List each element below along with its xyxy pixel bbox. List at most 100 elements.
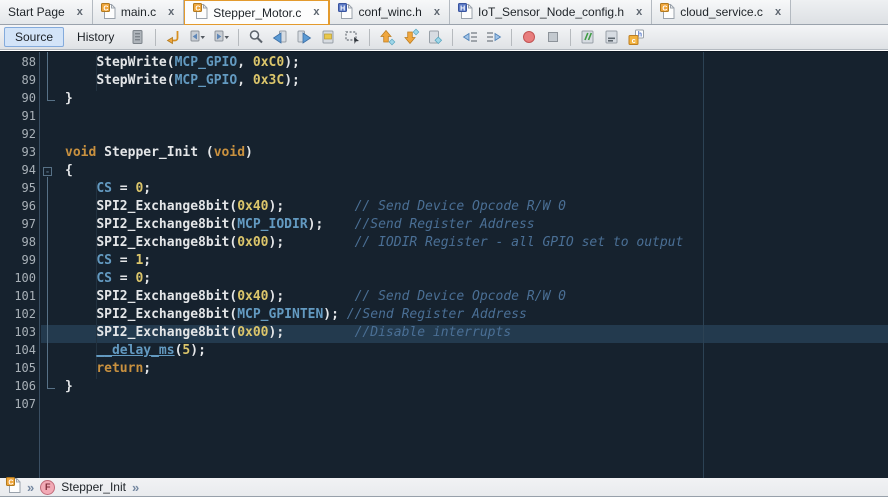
- code-line: [56, 109, 888, 127]
- code-line: StepWrite(MCP_GPIO, 0x3C);: [56, 73, 888, 91]
- record-macro-icon[interactable]: [518, 27, 540, 48]
- line-number: 93: [0, 145, 36, 163]
- tab-label: cloud_service.c: [680, 5, 763, 19]
- h-file-icon: H: [338, 3, 353, 22]
- code-line: CS = 1;: [56, 253, 888, 271]
- breadcrumb: C » F Stepper_Init »: [0, 478, 888, 497]
- breadcrumb-function-name[interactable]: Stepper_Init: [61, 480, 126, 494]
- code-line: SPI2_Exchange8bit(MCP_IODIR); //Send Reg…: [56, 217, 888, 235]
- shift-left-icon[interactable]: [459, 27, 481, 48]
- code-line: }: [56, 91, 888, 109]
- line-number: 92: [0, 127, 36, 145]
- tab-close-icon[interactable]: x: [77, 7, 83, 18]
- toggle-highlight-icon[interactable]: [317, 27, 339, 48]
- forward-nav-icon[interactable]: [210, 27, 232, 48]
- fold-line: [47, 52, 48, 100]
- line-number: 98: [0, 235, 36, 253]
- c-file-icon: C: [6, 477, 21, 498]
- editor-toolbar: Source History hc: [0, 25, 888, 50]
- code-line: CS = 0;: [56, 181, 888, 199]
- tab-start-page[interactable]: Start Pagex: [0, 0, 93, 24]
- line-number: 103: [0, 325, 36, 343]
- svg-text:c: c: [632, 36, 636, 45]
- find-previous-icon[interactable]: [269, 27, 291, 48]
- function-badge-icon: F: [40, 480, 55, 495]
- code-line: SPI2_Exchange8bit(0x40); // Send Device …: [56, 199, 888, 217]
- history-view-button[interactable]: History: [66, 27, 125, 47]
- code-line: SPI2_Exchange8bit(0x00); //Disable inter…: [56, 325, 888, 343]
- line-number: 101: [0, 289, 36, 307]
- line-number: 107: [0, 397, 36, 415]
- line-number: 88: [0, 55, 36, 73]
- code-line: SPI2_Exchange8bit(MCP_GPINTEN); //Send R…: [56, 307, 888, 325]
- toggle-bookmark-icon[interactable]: [424, 27, 446, 48]
- back-nav-icon[interactable]: [186, 27, 208, 48]
- toolbar-separator: [155, 29, 156, 46]
- uncomment-icon[interactable]: [601, 27, 623, 48]
- tab-close-icon[interactable]: x: [313, 7, 319, 18]
- line-number: 91: [0, 109, 36, 127]
- source-view-button[interactable]: Source: [4, 27, 64, 47]
- comment-icon[interactable]: [577, 27, 599, 48]
- line-number: 106: [0, 379, 36, 397]
- svg-text:C: C: [196, 5, 201, 12]
- fold-end-tick: [47, 100, 55, 101]
- tab-label: IoT_Sensor_Node_config.h: [478, 5, 624, 19]
- svg-text:C: C: [8, 479, 13, 486]
- tab-stepper-motor-c[interactable]: C Stepper_Motor.c x: [184, 0, 330, 25]
- fold-line: [47, 177, 48, 388]
- line-number: 105: [0, 361, 36, 379]
- code-line: void Stepper_Init (void): [56, 145, 888, 163]
- stop-macro-icon[interactable]: [542, 27, 564, 48]
- previous-bookmark-icon[interactable]: [376, 27, 398, 48]
- rectangular-selection-icon[interactable]: [341, 27, 363, 48]
- tab-close-icon[interactable]: x: [168, 7, 174, 18]
- c-file-icon: C: [101, 3, 116, 22]
- find-next-icon[interactable]: [293, 27, 315, 48]
- code-line: return;: [56, 361, 888, 379]
- tab-conf-winc-h[interactable]: Hconf_winc.h x: [330, 0, 450, 24]
- tab-iot-sensor-node-config-h[interactable]: H IoT_Sensor_Node_config.h x: [450, 0, 652, 24]
- tab-close-icon[interactable]: x: [775, 7, 781, 18]
- diff-doc-icon[interactable]: [127, 27, 149, 48]
- svg-text:C: C: [663, 5, 668, 12]
- code-line: __delay_ms(5);: [56, 343, 888, 361]
- next-bookmark-icon[interactable]: [400, 27, 422, 48]
- c-file-icon: C: [193, 3, 208, 22]
- shift-right-icon[interactable]: [483, 27, 505, 48]
- tab-cloud-service-c[interactable]: Ccloud_service.c x: [652, 0, 791, 24]
- line-number: 94: [0, 163, 36, 181]
- last-edit-icon[interactable]: [162, 27, 184, 48]
- code-line: {: [56, 163, 888, 181]
- tab-label: conf_winc.h: [358, 5, 421, 19]
- chevron-right-icon: »: [132, 481, 139, 494]
- fold-end-tick: [47, 388, 55, 389]
- toolbar-separator: [369, 29, 370, 46]
- chevron-right-icon: »: [27, 481, 34, 494]
- find-selection-icon[interactable]: [245, 27, 267, 48]
- svg-text:H: H: [460, 5, 465, 12]
- code-line: SPI2_Exchange8bit(0x40); // Send Device …: [56, 289, 888, 307]
- fold-collapse-box[interactable]: -: [43, 167, 52, 176]
- line-number: 102: [0, 307, 36, 325]
- code-line: [56, 397, 888, 415]
- code-line: [56, 127, 888, 145]
- code-editor[interactable]: -88 StepWrite(MCP_GPIO, 0xC0);89 StepWri…: [0, 51, 888, 479]
- line-number: 100: [0, 271, 36, 289]
- toolbar-separator: [570, 29, 571, 46]
- tab-label: Stepper_Motor.c: [213, 6, 301, 20]
- code-line: StepWrite(MCP_GPIO, 0xC0);: [56, 55, 888, 73]
- line-number: 99: [0, 253, 36, 271]
- code-line: }: [56, 379, 888, 397]
- toolbar-icon-group: hc: [127, 27, 647, 48]
- line-number: 104: [0, 343, 36, 361]
- tab-close-icon[interactable]: x: [636, 7, 642, 18]
- tab-close-icon[interactable]: x: [434, 7, 440, 18]
- line-number: 95: [0, 181, 36, 199]
- toolbar-separator: [238, 29, 239, 46]
- line-number: 97: [0, 217, 36, 235]
- go-to-header-icon[interactable]: hc: [625, 27, 647, 48]
- tab-main-c[interactable]: Cmain.cx: [93, 0, 184, 24]
- svg-text:C: C: [103, 5, 108, 12]
- h-file-icon: H: [458, 3, 473, 22]
